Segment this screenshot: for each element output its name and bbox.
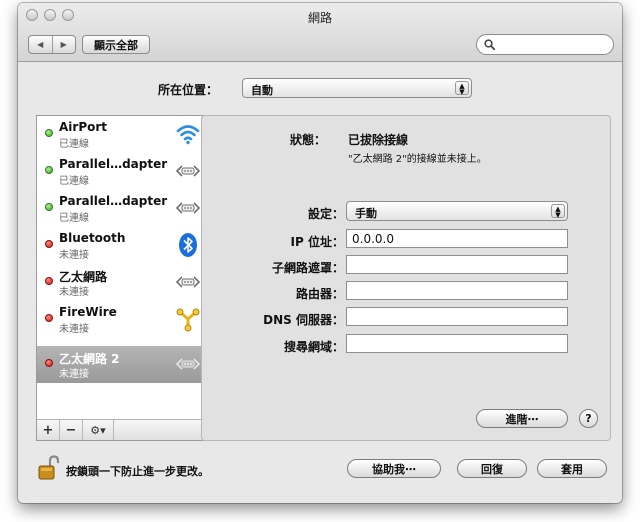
popup-arrows-icon: ▲ ▼ [551, 204, 565, 219]
connected-status-dot [45, 129, 53, 137]
service-name: Parallel…dapter [59, 194, 168, 208]
bluetooth-icon [179, 233, 197, 257]
service-item-ethernet-2[interactable]: 乙太網路 2 未連接 [37, 346, 203, 383]
service-list-toolbar: + − ⚙▾ [36, 419, 204, 441]
ip-address-field[interactable]: 0.0.0.0 [346, 229, 568, 248]
service-name: Bluetooth [59, 231, 126, 245]
service-status: 未連接 [59, 369, 89, 380]
router-field[interactable] [346, 281, 568, 300]
disconnected-status-dot [45, 314, 53, 322]
search-icon [484, 39, 495, 50]
status-label: 狀態： [290, 133, 327, 147]
connected-status-dot [45, 203, 53, 211]
ip-address-label: IP 位址： [290, 235, 344, 249]
forward-button[interactable]: ▶ [51, 36, 76, 53]
service-status: 已連線 [59, 139, 89, 150]
dns-server-field[interactable] [346, 307, 568, 326]
disconnected-status-dot [45, 359, 53, 367]
status-value: 已拔除接線 [348, 133, 409, 147]
search-field[interactable] [476, 34, 614, 55]
service-name: AirPort [59, 120, 108, 134]
lock-message: 按鎖頭一下防止進一步更改。 [66, 465, 209, 478]
help-button[interactable]: ? [579, 409, 598, 428]
connected-status-dot [45, 166, 53, 174]
assist-me-button[interactable]: 協助我⋯ [347, 459, 441, 478]
location-value: 自動 [251, 84, 273, 97]
popup-arrows-icon: ▲ ▼ [455, 81, 469, 96]
window-title: 網路 [307, 11, 332, 25]
service-item-firewire[interactable]: FireWire 未連接 [37, 301, 203, 338]
revert-button[interactable]: 回復 [457, 459, 527, 478]
service-item-bluetooth[interactable]: Bluetooth 未連接 [37, 227, 203, 264]
service-name: FireWire [59, 305, 117, 319]
subnet-mask-field[interactable] [346, 255, 568, 274]
configure-popup[interactable]: 手動 ▲ ▼ [346, 201, 568, 221]
back-button[interactable]: ◀ [29, 36, 52, 53]
router-label: 路由器： [295, 287, 344, 301]
ethernet-icon [175, 276, 201, 288]
subnet-mask-label: 子網路遮罩： [271, 261, 344, 275]
disconnected-status-dot [45, 277, 53, 285]
add-service-button[interactable]: + [37, 420, 60, 440]
status-description: "乙太網路 2"的接線並未接上。 [348, 154, 487, 165]
apply-button[interactable]: 套用 [537, 459, 607, 478]
service-list[interactable]: AirPort 已連線 Parallel…dapter 已連線 Parallel [36, 115, 204, 441]
network-preferences-window: 網路 ◀ ▶ 顯示全部 所在位置： 自動 ▲ ▼ AirPort 已連線 Par… [18, 3, 622, 503]
search-domains-label: 搜尋網域： [283, 340, 344, 354]
firewire-icon [176, 308, 200, 332]
disconnected-status-dot [45, 240, 53, 248]
service-item-ethernet[interactable]: 乙太網路 未連接 [37, 264, 203, 301]
gear-menu-button[interactable]: ⚙▾ [83, 420, 114, 440]
service-status: 未連接 [59, 324, 89, 335]
search-domains-field[interactable] [346, 334, 568, 353]
remove-service-button[interactable]: − [60, 420, 83, 440]
service-name: Parallel…dapter [59, 157, 168, 171]
service-status: 已連線 [59, 176, 89, 187]
ethernet-icon [175, 358, 201, 370]
service-item-parallels-adapter-1[interactable]: Parallel…dapter 已連線 [37, 153, 203, 190]
back-forward-control: ◀ ▶ [28, 35, 76, 54]
location-row: 所在位置： 自動 ▲ ▼ [18, 77, 622, 99]
ethernet-icon [175, 202, 201, 214]
advanced-button[interactable]: 進階⋯ [476, 409, 568, 428]
dns-server-label: DNS 伺服器： [263, 313, 344, 327]
service-status: 未連接 [59, 250, 89, 261]
service-status: 已連線 [59, 213, 89, 224]
location-popup[interactable]: 自動 ▲ ▼ [242, 78, 472, 98]
wifi-icon [176, 125, 200, 145]
configure-label: 設定： [307, 207, 344, 221]
location-label: 所在位置： [158, 83, 219, 97]
ethernet-icon [175, 165, 201, 177]
title-bar: 網路 ◀ ▶ 顯示全部 [18, 3, 622, 62]
lock-icon[interactable] [38, 455, 60, 481]
service-item-parallels-adapter-2[interactable]: Parallel…dapter 已連線 [37, 190, 203, 227]
configure-value: 手動 [355, 207, 377, 220]
service-status: 未連接 [59, 287, 89, 298]
service-item-airport[interactable]: AirPort 已連線 [37, 116, 203, 153]
show-all-button[interactable]: 顯示全部 [82, 35, 150, 54]
